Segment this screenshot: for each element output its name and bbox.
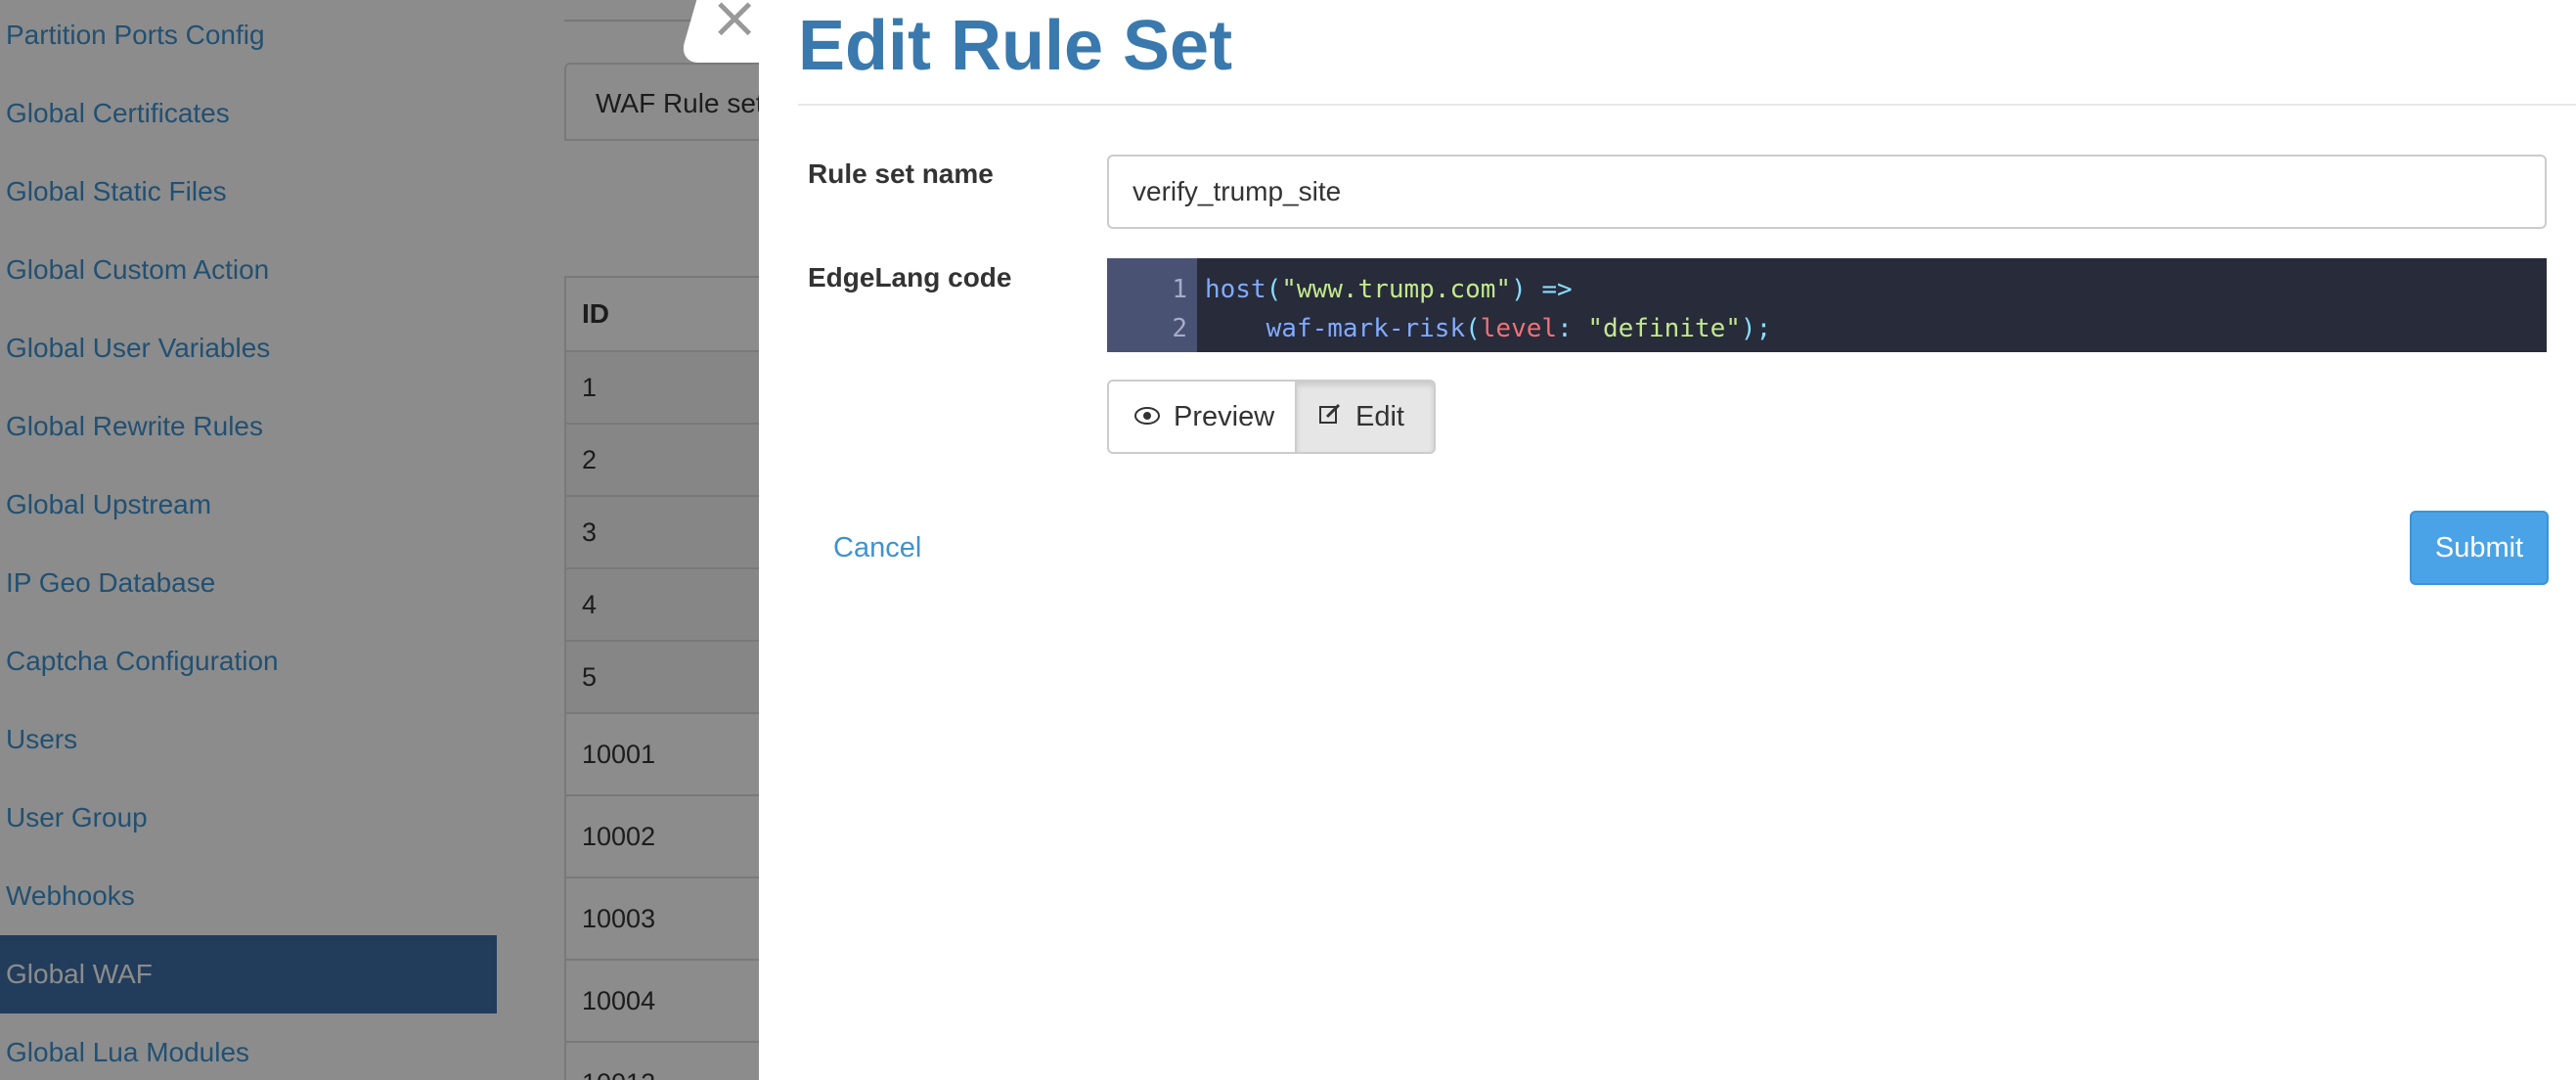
- code-token: level: [1480, 314, 1558, 343]
- cancel-link[interactable]: Cancel: [833, 532, 921, 564]
- code-token: host: [1205, 275, 1266, 304]
- code-token: :: [1557, 314, 1588, 343]
- code-token: =>: [1526, 275, 1573, 304]
- editor-mode-toggle: Preview Edit: [1107, 380, 1436, 454]
- code-token: "www.trump.com": [1281, 275, 1512, 304]
- line-number-gutter: 1 2: [1107, 258, 1197, 352]
- line-number: 2: [1172, 314, 1187, 343]
- code-line-1: host("www.trump.com") =>: [1205, 270, 1771, 309]
- code-line-2: waf-mark-risk(level: "definite");: [1205, 309, 1772, 348]
- page: Partition Ports Config Global Certificat…: [0, 0, 2576, 1080]
- rule-set-name-label: Rule set name: [808, 158, 994, 189]
- code-token: ): [1511, 275, 1527, 304]
- edit-rule-set-modal: Edit Rule Set Rule set name EdgeLang cod…: [759, 0, 2576, 1080]
- edit-button[interactable]: Edit: [1297, 380, 1436, 454]
- preview-label: Preview: [1174, 400, 1275, 432]
- modal-divider: [798, 104, 2576, 106]
- code-token: (: [1266, 275, 1282, 304]
- code-token: waf-mark-risk: [1266, 314, 1466, 343]
- code-editor[interactable]: 1 2 host("www.trump.com") => waf-mark-ri…: [1107, 258, 2547, 352]
- close-icon[interactable]: ×: [710, 0, 759, 47]
- submit-button[interactable]: Submit: [2410, 511, 2549, 585]
- edit-label: Edit: [1355, 400, 1404, 432]
- preview-button[interactable]: Preview: [1107, 380, 1297, 454]
- code-token: (: [1465, 314, 1481, 343]
- code-token: );: [1740, 314, 1772, 343]
- line-number: 1: [1172, 275, 1187, 304]
- modal-title: Edit Rule Set: [798, 7, 1233, 85]
- edit-icon: [1318, 402, 1342, 432]
- rule-set-name-input[interactable]: [1107, 155, 2547, 229]
- code-lines: host("www.trump.com") => waf-mark-risk(l…: [1197, 258, 1771, 352]
- code-token: "definite": [1587, 314, 1741, 343]
- eye-icon: [1134, 402, 1160, 431]
- edgelang-code-label: EdgeLang code: [808, 262, 1012, 292]
